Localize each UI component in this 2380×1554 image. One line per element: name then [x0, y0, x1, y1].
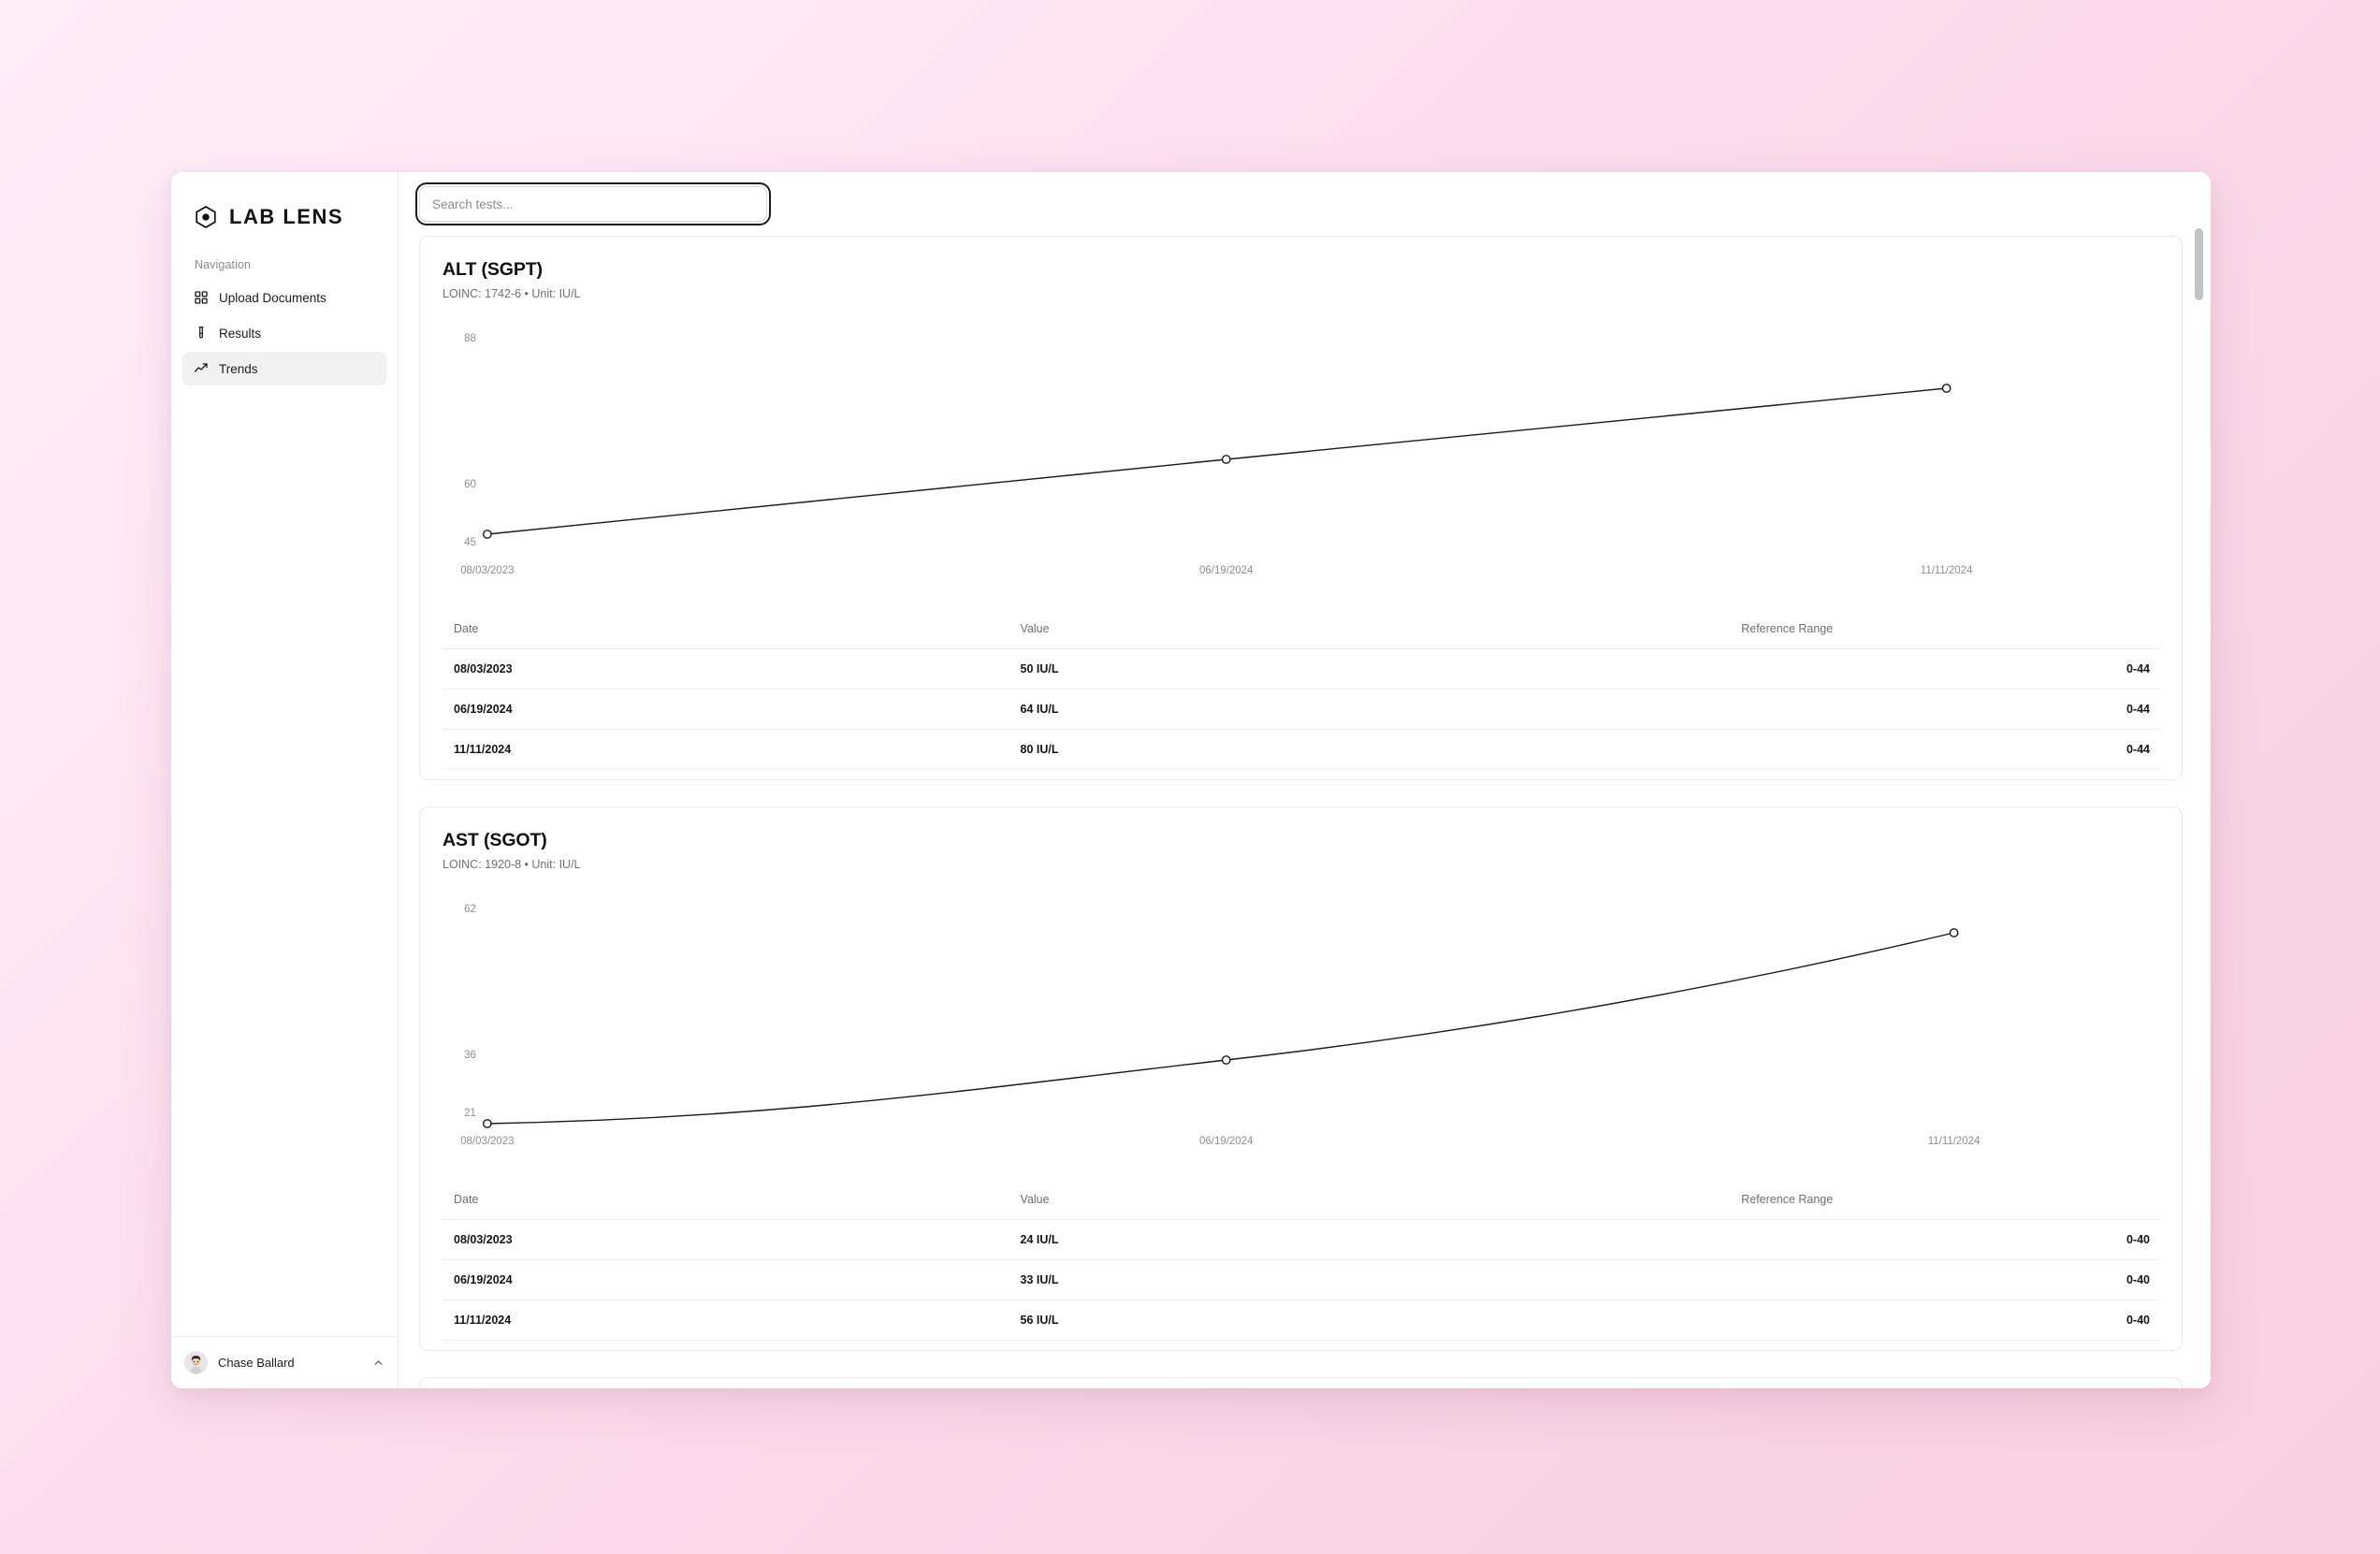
svg-text:11/11/2024: 11/11/2024: [1921, 565, 1973, 576]
user-name: Chase Ballard: [218, 1356, 295, 1370]
trend-table-alt: Date Value Reference Range 08/03/2023 50…: [443, 609, 2159, 770]
trending-up-icon: [194, 361, 209, 376]
app-window: LAB LENS Navigation Upload Documents Res…: [171, 172, 2211, 1388]
cell-reference-range: 0-40: [1730, 1259, 2159, 1300]
chart-alt[interactable]: 88 60 45 08/03/2023 06/19/2024 11/11/202…: [443, 321, 2159, 600]
svg-text:60: 60: [464, 479, 476, 490]
nav-list: Upload Documents Results Trends: [171, 281, 398, 387]
test-tube-icon: [194, 326, 209, 341]
trend-card-next: [419, 1377, 2183, 1388]
cell-date: 08/03/2023: [443, 1219, 1009, 1260]
trends-scroll-area[interactable]: ALT (SGPT) LOINC: 1742-6 • Unit: IU/L 88…: [399, 236, 2211, 1388]
nav-section-label: Navigation: [195, 258, 252, 271]
sidebar-item-label: Upload Documents: [219, 290, 327, 305]
sidebar-item-trends[interactable]: Trends: [182, 352, 386, 385]
cell-date: 06/19/2024: [443, 689, 1009, 730]
svg-text:08/03/2023: 08/03/2023: [460, 565, 514, 576]
cell-value: 24 IU/L: [1009, 1219, 1731, 1260]
sidebar-item-results[interactable]: Results: [182, 316, 386, 350]
table-row: 08/03/2023 50 IU/L 0-44: [443, 648, 2159, 690]
scrollbar-thumb[interactable]: [2195, 228, 2203, 300]
chart-ast[interactable]: 62 36 21 08/03/2023 06/19/2024 11/11/202…: [443, 892, 2159, 1170]
svg-text:45: 45: [464, 537, 476, 548]
table-row: 06/19/2024 33 IU/L 0-40: [443, 1259, 2159, 1300]
card-subtitle: LOINC: 1920-8 • Unit: IU/L: [443, 858, 581, 871]
cell-date: 11/11/2024: [443, 729, 1009, 770]
column-header-date: Date: [443, 609, 1009, 649]
cell-value: 64 IU/L: [1009, 689, 1731, 730]
svg-text:06/19/2024: 06/19/2024: [1199, 1136, 1254, 1147]
column-header-value: Value: [1009, 1180, 1731, 1220]
card-title: ALT (SGPT): [443, 259, 543, 280]
trend-card-ast: AST (SGOT) LOINC: 1920-8 • Unit: IU/L 62…: [419, 806, 2183, 1351]
svg-text:11/11/2024: 11/11/2024: [1928, 1136, 1981, 1147]
svg-text:21: 21: [464, 1108, 476, 1119]
user-profile-button[interactable]: Chase Ballard: [171, 1336, 398, 1388]
card-subtitle: LOINC: 1742-6 • Unit: IU/L: [443, 287, 581, 300]
svg-text:88: 88: [464, 333, 476, 344]
main-content: ALT (SGPT) LOINC: 1742-6 • Unit: IU/L 88…: [399, 172, 2211, 1388]
trend-card-alt: ALT (SGPT) LOINC: 1742-6 • Unit: IU/L 88…: [419, 236, 2183, 780]
series-line-alt: [482, 384, 1952, 539]
cell-value: 80 IU/L: [1009, 729, 1731, 770]
table-row: 06/19/2024 64 IU/L 0-44: [443, 689, 2159, 730]
table-row: 11/11/2024 80 IU/L 0-44: [443, 729, 2159, 770]
sidebar-item-label: Results: [219, 326, 262, 341]
grid-squares-icon: [194, 290, 209, 305]
table-header-row: Date Value Reference Range: [443, 1180, 2159, 1220]
card-title: AST (SGOT): [443, 830, 547, 850]
table-row: 11/11/2024 56 IU/L 0-40: [443, 1300, 2159, 1341]
cell-value: 50 IU/L: [1009, 648, 1731, 690]
column-header-reference-range: Reference Range: [1730, 1180, 2159, 1220]
svg-text:36: 36: [464, 1050, 476, 1061]
svg-text:08/03/2023: 08/03/2023: [460, 1136, 514, 1147]
column-header-reference-range: Reference Range: [1730, 609, 2159, 649]
trend-table-ast: Date Value Reference Range 08/03/2023 24…: [443, 1180, 2159, 1341]
sidebar-item-upload-documents[interactable]: Upload Documents: [182, 281, 386, 314]
chevron-up-icon[interactable]: [372, 1357, 385, 1369]
cell-reference-range: 0-44: [1730, 729, 2159, 770]
topbar: [399, 172, 2211, 236]
table-header-row: Date Value Reference Range: [443, 609, 2159, 649]
brand: LAB LENS: [171, 172, 398, 238]
x-axis-ticks: 08/03/2023 06/19/2024 11/11/2024: [460, 565, 1973, 576]
sidebar: LAB LENS Navigation Upload Documents Res…: [171, 172, 399, 1388]
avatar: [184, 1351, 208, 1374]
search-input[interactable]: [419, 186, 767, 222]
cell-date: 11/11/2024: [443, 1300, 1009, 1341]
vertical-scrollbar[interactable]: [2195, 228, 2203, 1370]
cell-reference-range: 0-44: [1730, 648, 2159, 690]
cell-reference-range: 0-40: [1730, 1219, 2159, 1260]
y-axis-ticks: 62 36 21: [464, 904, 476, 1119]
column-header-value: Value: [1009, 609, 1731, 649]
column-header-date: Date: [443, 1180, 1009, 1220]
cell-date: 08/03/2023: [443, 648, 1009, 690]
hexagon-dot-icon: [194, 205, 218, 229]
y-axis-ticks: 88 60 45: [464, 333, 476, 548]
svg-text:62: 62: [464, 904, 476, 915]
sidebar-item-label: Trends: [219, 361, 258, 376]
search-wrapper: [419, 186, 767, 222]
table-row: 08/03/2023 24 IU/L 0-40: [443, 1219, 2159, 1260]
cell-value: 56 IU/L: [1009, 1300, 1731, 1341]
cell-date: 06/19/2024: [443, 1259, 1009, 1300]
svg-text:06/19/2024: 06/19/2024: [1199, 565, 1254, 576]
series-line-ast: [482, 928, 1959, 1128]
cell-reference-range: 0-44: [1730, 689, 2159, 730]
brand-name: LAB LENS: [229, 205, 343, 228]
cell-value: 33 IU/L: [1009, 1259, 1731, 1300]
cell-reference-range: 0-40: [1730, 1300, 2159, 1341]
x-axis-ticks: 08/03/2023 06/19/2024 11/11/2024: [460, 1136, 1981, 1147]
